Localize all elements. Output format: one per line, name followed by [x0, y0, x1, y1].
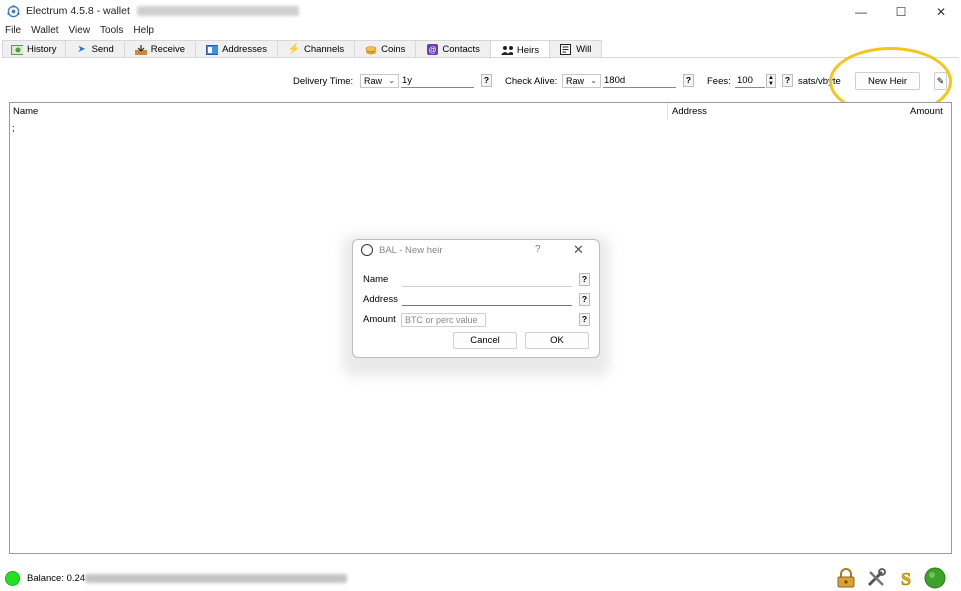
svg-text:S: S [901, 569, 911, 588]
fees-spinbox[interactable]: 100 [735, 74, 765, 88]
dialog-help-button[interactable]: ? [535, 244, 541, 255]
fees-stepper[interactable]: ▲ ▼ [766, 74, 776, 88]
coins-icon [365, 45, 377, 55]
heir-name-help-button[interactable]: ? [579, 273, 590, 286]
edit-tool-button[interactable]: ✎ [934, 72, 947, 90]
addresses-icon [206, 44, 219, 55]
fees-unit-label: sats/vbyte [798, 76, 841, 87]
empty-row-marker: ; [12, 123, 15, 134]
balance-text: Balance: 0.24 [27, 573, 348, 584]
svg-text:@: @ [428, 46, 436, 55]
title-separator: - [96, 5, 101, 17]
maximize-button[interactable]: ☐ [883, 0, 919, 24]
tab-send[interactable]: ➤ Send [64, 40, 125, 58]
redacted-balance [85, 573, 348, 583]
heir-address-help-button[interactable]: ? [579, 293, 590, 306]
status-bar: Balance: 0.24 S [0, 565, 961, 591]
electrum-logo-icon [7, 5, 20, 18]
menu-help[interactable]: Help [128, 25, 159, 39]
delivery-time-label: Delivery Time: [293, 76, 354, 87]
menu-file[interactable]: File [0, 25, 26, 39]
check-alive-help-button[interactable]: ? [683, 74, 694, 87]
heir-amount-label: Amount [363, 314, 396, 325]
column-header-amount[interactable]: Amount [910, 106, 943, 117]
network-connected-icon[interactable] [924, 567, 946, 589]
lightning-icon: ⚡ [287, 43, 301, 55]
column-header-address[interactable]: Address [672, 106, 707, 117]
menu-tools[interactable]: Tools [95, 25, 128, 39]
receive-icon [134, 44, 147, 55]
tab-label: Coins [381, 44, 406, 55]
dialog-title: BAL - New heir [379, 245, 443, 256]
delivery-time-mode-select[interactable]: Raw ⌄ [360, 74, 399, 88]
heir-address-label: Address [363, 294, 398, 305]
delivery-time-help-button[interactable]: ? [481, 74, 492, 87]
heir-address-input[interactable] [402, 305, 572, 306]
dialog-close-button[interactable]: ✕ [573, 242, 584, 258]
heir-amount-help-button[interactable]: ? [579, 313, 590, 326]
tab-label: Channels [303, 44, 345, 55]
contacts-icon: @ [426, 44, 438, 55]
window-title: Electrum 4.5.8 - wallet [26, 5, 299, 17]
tab-content-border [2, 57, 959, 58]
tab-channels[interactable]: ⚡ Channels [276, 40, 356, 58]
tab-label: Will [576, 44, 592, 55]
tab-bar: History ➤ Send Receive Addresses ⚡ Chann… [2, 40, 603, 59]
tools-icon[interactable] [865, 568, 887, 588]
new-heir-dialog: BAL - New heir ? ✕ Name ? Address ? Amou… [352, 239, 600, 358]
column-divider [667, 103, 668, 120]
app-name: Electrum 4.5.8 [26, 5, 94, 17]
check-alive-mode-select[interactable]: Raw ⌄ [562, 74, 601, 88]
tab-label: Addresses [222, 44, 267, 55]
tab-will[interactable]: Will [549, 40, 603, 58]
fees-help-button[interactable]: ? [782, 74, 793, 87]
fees-label: Fees: [707, 76, 731, 87]
chevron-down-icon: ⌄ [590, 76, 597, 85]
redacted-wallet-name [136, 6, 299, 17]
delivery-time-input[interactable]: 1y [401, 74, 474, 88]
heirs-icon [500, 45, 513, 55]
cancel-button[interactable]: Cancel [453, 332, 517, 349]
heir-name-input[interactable] [402, 286, 572, 287]
tab-label: Receive [150, 44, 186, 55]
tab-label: Send [91, 44, 114, 55]
wallet-label: wallet [103, 5, 130, 17]
menu-wallet[interactable]: Wallet [26, 25, 63, 39]
pencil-icon: ✎ [936, 75, 945, 86]
will-icon [560, 44, 572, 55]
column-header-name[interactable]: Name [13, 106, 38, 117]
tab-label: Contacts [442, 44, 480, 55]
tab-contacts[interactable]: @ Contacts [415, 40, 491, 58]
minimize-button[interactable]: — [843, 0, 879, 24]
chevron-down-icon: ⌄ [388, 76, 395, 85]
seed-icon[interactable]: S [895, 568, 917, 588]
lock-icon[interactable] [835, 568, 857, 588]
network-status-icon[interactable] [5, 571, 20, 586]
tab-coins[interactable]: Coins [354, 40, 417, 58]
new-heir-button[interactable]: New Heir [855, 72, 920, 90]
heir-amount-input[interactable]: BTC or perc value [401, 313, 486, 327]
check-alive-input[interactable]: 180d [603, 74, 676, 88]
tab-history[interactable]: History [2, 40, 66, 58]
send-icon: ➤ [77, 43, 86, 55]
check-alive-label: Check Alive: [505, 76, 558, 87]
history-icon [11, 44, 23, 55]
close-window-button[interactable]: ✕ [923, 0, 959, 24]
tab-label: History [27, 44, 57, 55]
heir-name-label: Name [363, 274, 389, 285]
ok-button[interactable]: OK [525, 332, 589, 349]
tab-receive[interactable]: Receive [123, 40, 197, 58]
menu-view[interactable]: View [64, 25, 96, 39]
menu-bar: File Wallet View Tools Help [0, 25, 159, 39]
bal-logo-icon [361, 244, 373, 256]
tab-addresses[interactable]: Addresses [195, 40, 278, 58]
tab-label: Heirs [516, 44, 540, 56]
title-bar: Electrum 4.5.8 - wallet — ☐ ✕ [0, 0, 961, 24]
